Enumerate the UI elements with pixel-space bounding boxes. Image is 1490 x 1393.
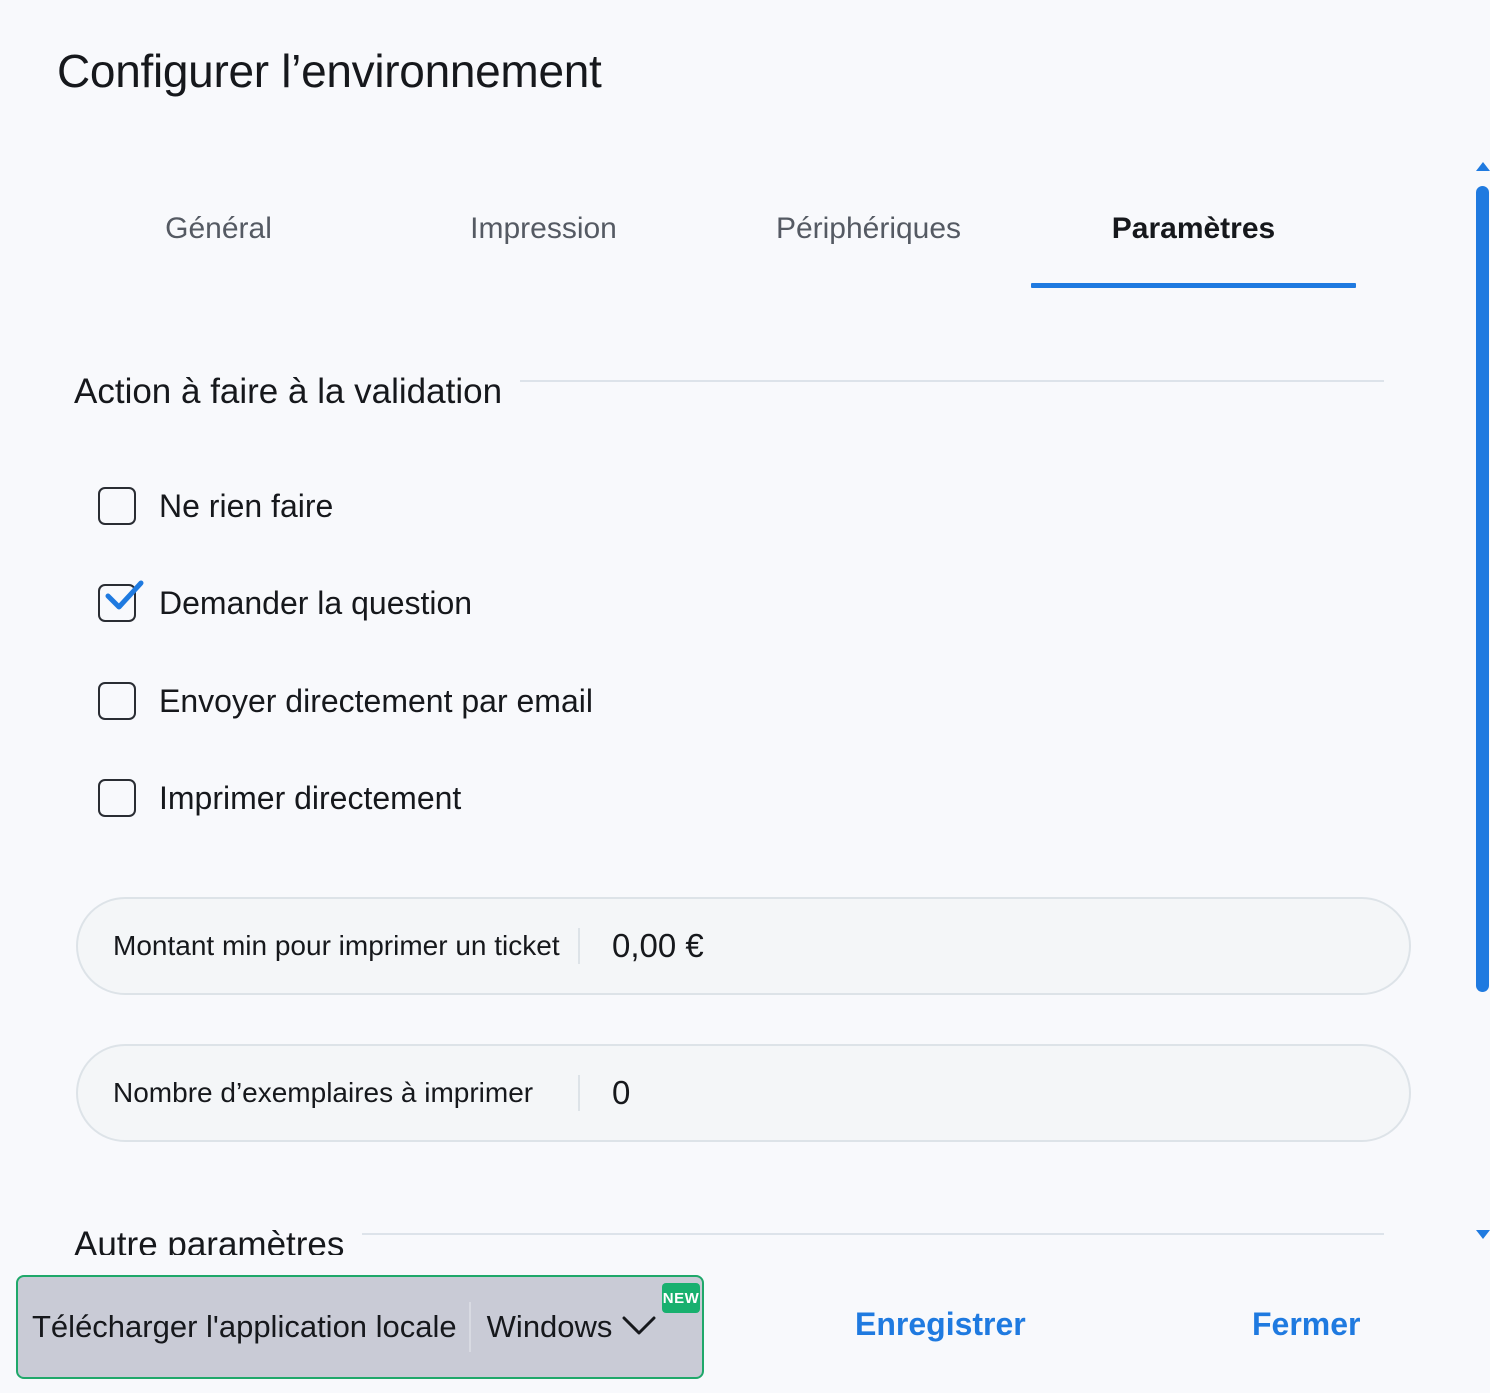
settings-content: Action à faire à la validation Ne rien f…: [0, 300, 1460, 1255]
option-envoyer-email[interactable]: Envoyer directement par email: [98, 681, 593, 721]
arrow-up-icon[interactable]: [1476, 162, 1490, 171]
copies-input[interactable]: [612, 1074, 1312, 1112]
option-imprimer-directement[interactable]: Imprimer directement: [98, 778, 461, 818]
copies-label: Nombre d’exemplaires à imprimer: [78, 1075, 580, 1111]
checkmark-icon: [105, 580, 144, 610]
checkbox-checked[interactable]: [98, 580, 144, 622]
download-label: Télécharger l'application locale: [32, 1309, 457, 1344]
section-divider: [362, 1233, 1384, 1235]
option-label: Imprimer directement: [159, 779, 462, 816]
min-amount-input[interactable]: [612, 927, 1312, 965]
copies-field: Nombre d’exemplaires à imprimer: [76, 1044, 1411, 1142]
option-label: Envoyer directement par email: [159, 682, 593, 719]
section-validation-title: Action à faire à la validation: [74, 372, 503, 411]
chevron-down-icon[interactable]: [622, 1315, 656, 1337]
save-button[interactable]: Enregistrer: [855, 1306, 1026, 1343]
divider: [468, 1302, 471, 1352]
section-divider: [520, 380, 1384, 382]
option-label: Ne rien faire: [159, 487, 334, 524]
min-amount-field: Montant min pour imprimer un ticket: [76, 897, 1411, 995]
option-label: Demander la question: [159, 584, 473, 621]
new-badge: NEW: [662, 1283, 700, 1313]
scrollbar-thumb[interactable]: [1476, 186, 1489, 992]
min-amount-label: Montant min pour imprimer un ticket: [78, 928, 580, 964]
page-title: Configurer l’environnement: [57, 45, 602, 97]
close-button[interactable]: Fermer: [1252, 1306, 1361, 1343]
checkbox[interactable]: [98, 487, 136, 525]
checkbox[interactable]: [98, 779, 136, 817]
section-validation-header: Action à faire à la validation: [74, 367, 1384, 417]
tab-peripheriques[interactable]: Périphériques: [706, 180, 1031, 290]
os-select-value[interactable]: Windows: [487, 1309, 613, 1345]
tab-parametres[interactable]: Paramètres: [1031, 180, 1356, 290]
option-demander-question[interactable]: Demander la question: [98, 580, 473, 623]
download-app-button[interactable]: Télécharger l'application locale Windows…: [16, 1275, 704, 1379]
option-ne-rien-faire[interactable]: Ne rien faire: [98, 486, 333, 526]
arrow-down-icon[interactable]: [1476, 1230, 1490, 1239]
section-other-header: Autre paramètres: [74, 1220, 1384, 1255]
checkbox[interactable]: [98, 682, 136, 720]
tab-bar: Général Impression Périphériques Paramèt…: [56, 180, 1356, 290]
settings-dialog: Configurer l’environnement Général Impre…: [0, 0, 1490, 1393]
tab-general[interactable]: Général: [56, 180, 381, 290]
tab-impression[interactable]: Impression: [381, 180, 706, 290]
section-other-title: Autre paramètres: [74, 1225, 345, 1255]
